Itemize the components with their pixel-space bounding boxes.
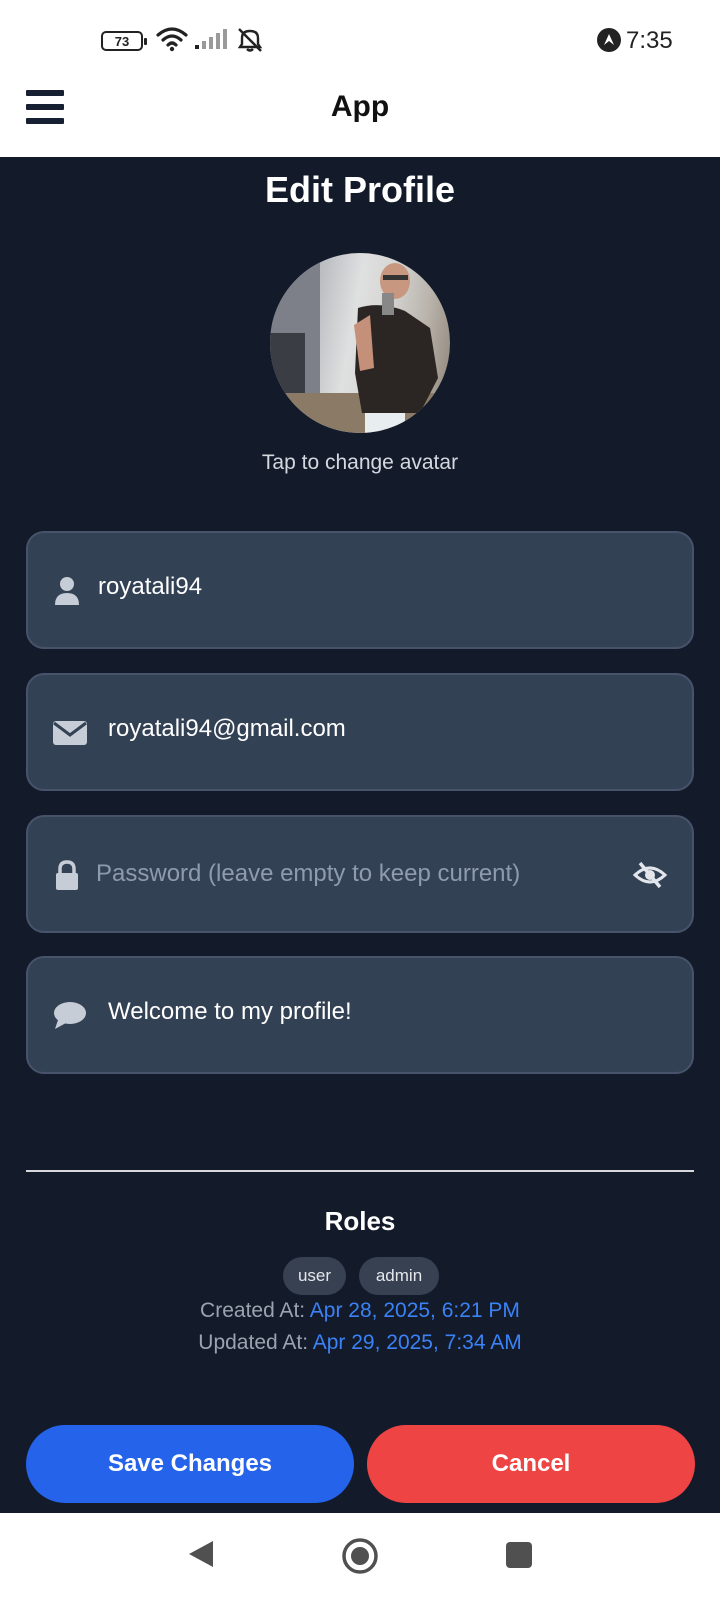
envelope-icon <box>53 721 87 745</box>
username-field[interactable]: royatali94 <box>26 531 694 649</box>
eye-slash-icon[interactable] <box>632 859 668 891</box>
cancel-button[interactable]: Cancel <box>367 1425 695 1503</box>
bio-field[interactable]: Welcome to my profile! <box>26 956 694 1074</box>
updated-at: Updated At: Apr 29, 2025, 7:34 AM <box>0 1331 720 1355</box>
lock-icon <box>56 860 78 890</box>
save-changes-button[interactable]: Save Changes <box>26 1425 354 1503</box>
bio-value: Welcome to my profile! <box>108 998 352 1025</box>
battery-indicator: 73 <box>101 31 147 51</box>
updated-at-value: Apr 29, 2025, 7:34 AM <box>312 1331 522 1354</box>
user-icon <box>55 577 79 605</box>
created-at: Created At: Apr 28, 2025, 6:21 PM <box>0 1299 720 1323</box>
status-clock: 7:35 <box>626 27 673 54</box>
back-icon[interactable] <box>187 1539 215 1569</box>
edit-profile-screen: Edit Profile Tap to change avatar royata… <box>0 157 720 1513</box>
created-at-label: Created At: <box>200 1299 310 1322</box>
recents-icon[interactable] <box>506 1542 532 1568</box>
signal-icon <box>195 29 227 49</box>
system-nav-bar <box>0 1513 720 1600</box>
nav-status-icon <box>597 28 621 52</box>
password-input[interactable] <box>96 851 616 897</box>
mute-icon <box>237 28 263 52</box>
app-header: App <box>0 80 720 157</box>
avatar-hint: Tap to change avatar <box>261 451 459 474</box>
email-value: royatali94@gmail.com <box>108 715 346 742</box>
divider <box>26 1170 694 1172</box>
status-bar: 73 7:35 <box>0 0 720 80</box>
email-field[interactable]: royatali94@gmail.com <box>26 673 694 791</box>
page-title: Edit Profile <box>264 169 456 210</box>
app-title: App <box>330 90 390 123</box>
updated-at-label: Updated At: <box>198 1331 313 1354</box>
speech-bubble-icon <box>54 1002 86 1029</box>
roles-title: Roles <box>324 1206 396 1236</box>
role-chip-admin: admin <box>359 1257 439 1295</box>
created-at-value: Apr 28, 2025, 6:21 PM <box>309 1299 520 1322</box>
avatar-photo <box>270 253 450 433</box>
password-field[interactable] <box>26 815 694 933</box>
wifi-icon <box>156 27 188 52</box>
role-chip-user: user <box>283 1257 346 1295</box>
username-value: royatali94 <box>98 573 203 600</box>
avatar[interactable] <box>270 253 450 433</box>
home-icon[interactable] <box>341 1537 379 1575</box>
